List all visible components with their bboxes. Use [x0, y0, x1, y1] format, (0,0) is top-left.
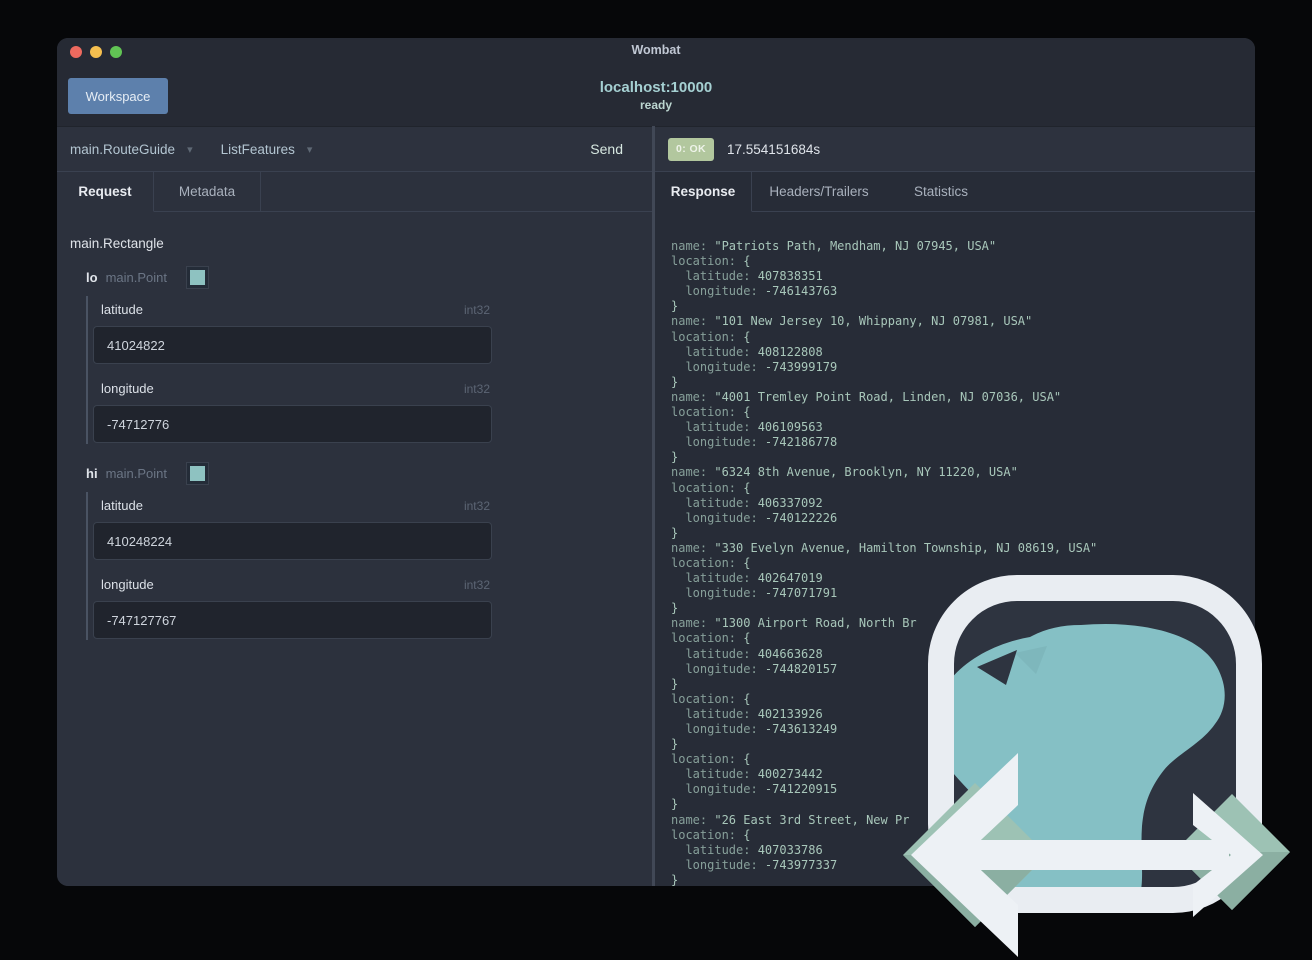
field-label: longitude — [101, 577, 154, 592]
lo-point-group: latitude int32 longitude int32 — [86, 296, 492, 444]
scalar-type-label: int32 — [463, 577, 490, 592]
field-name: lo — [86, 269, 98, 285]
tab-statistics[interactable]: Statistics — [886, 172, 996, 212]
field-name: hi — [86, 465, 98, 481]
field-label: latitude — [101, 302, 143, 317]
tab-headers-trailers[interactable]: Headers/Trailers — [752, 172, 886, 212]
tab-response[interactable]: Response — [655, 172, 752, 212]
field-label-row: latitude int32 — [92, 498, 492, 513]
field-type: main.Point — [105, 269, 167, 285]
method-select[interactable]: ListFeatures — [221, 142, 295, 157]
scalar-type-label: int32 — [463, 498, 490, 513]
tab-filler — [261, 172, 655, 212]
request-toolbar: main.RouteGuide ▾ ListFeatures ▾ Send — [57, 127, 655, 171]
request-tabs: Request Metadata — [57, 172, 655, 212]
wombat-logo — [903, 575, 1290, 957]
request-form-pane: main.Rectangle lo main.Point latitude in… — [57, 212, 655, 886]
host-address: localhost:10000 — [599, 79, 713, 96]
tab-request[interactable]: Request — [57, 172, 154, 212]
window-header: Wombat Workspace localhost:10000 ready — [57, 38, 1255, 126]
field-label: latitude — [101, 498, 143, 513]
response-toolbar: 0: OK 17.554151684s — [655, 127, 1255, 171]
field-label-row: latitude int32 — [92, 302, 492, 317]
hi-longitude-input[interactable] — [93, 601, 492, 639]
tab-strip: Request Metadata Response Headers/Traile… — [57, 172, 1255, 212]
hi-point-group: latitude int32 longitude int32 — [86, 492, 492, 640]
tab-metadata[interactable]: Metadata — [154, 172, 261, 212]
scalar-type-label: int32 — [463, 381, 490, 396]
message-type-label: main.Rectangle — [70, 236, 164, 251]
lo-latitude-input[interactable] — [93, 326, 492, 364]
field-label: longitude — [101, 381, 154, 396]
window-title: Wombat — [631, 43, 681, 57]
desktop: { "window": { "title": "Wombat" }, "head… — [0, 0, 1312, 960]
connection-state: ready — [639, 98, 673, 112]
field-label-row: longitude int32 — [92, 381, 492, 396]
pane-divider[interactable] — [652, 126, 655, 886]
field-type: main.Point — [105, 465, 167, 481]
lo-longitude-input[interactable] — [93, 405, 492, 443]
scalar-type-label: int32 — [463, 302, 490, 317]
response-tabs: Response Headers/Trailers Statistics — [655, 172, 1255, 212]
tab-filler — [996, 172, 1255, 212]
lo-checkbox[interactable] — [186, 266, 208, 288]
chevron-down-icon[interactable]: ▾ — [307, 143, 313, 156]
call-duration: 17.554151684s — [727, 141, 821, 157]
field-row-hi: hi main.Point — [86, 462, 208, 484]
send-button[interactable]: Send — [590, 141, 623, 157]
service-select[interactable]: main.RouteGuide — [70, 142, 175, 157]
connection-status: localhost:10000 ready — [57, 79, 1255, 112]
hi-latitude-input[interactable] — [93, 522, 492, 560]
field-row-lo: lo main.Point — [86, 266, 208, 288]
toolbar: main.RouteGuide ▾ ListFeatures ▾ Send 0:… — [57, 126, 1255, 172]
chevron-down-icon[interactable]: ▾ — [187, 143, 193, 156]
status-badge: 0: OK — [668, 137, 715, 161]
hi-checkbox[interactable] — [186, 462, 208, 484]
field-label-row: longitude int32 — [92, 577, 492, 592]
